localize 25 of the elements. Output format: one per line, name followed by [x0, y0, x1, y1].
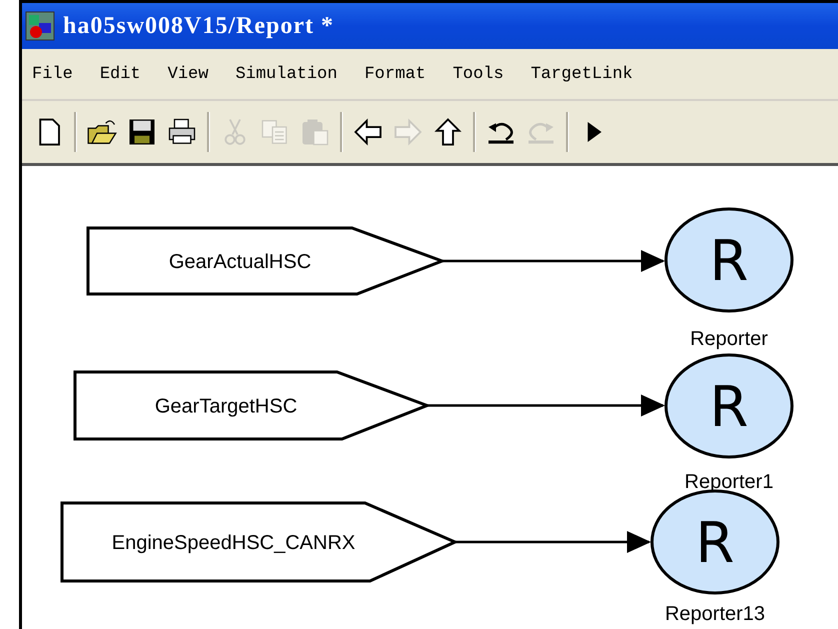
reporter-letter: R — [710, 229, 748, 294]
left-arrow-icon[interactable] — [353, 117, 383, 147]
printer-icon[interactable] — [167, 117, 197, 147]
goto-block[interactable] — [60, 502, 459, 582]
block-name: Reporter1 — [684, 471, 774, 493]
reporter-block[interactable] — [664, 208, 794, 312]
reporter-block[interactable] — [664, 354, 794, 458]
model-icon — [25, 11, 55, 41]
up-arrow-icon[interactable] — [433, 117, 463, 147]
menu-item[interactable]: Edit — [100, 64, 141, 84]
block-label: GearTargetHSC — [154, 396, 298, 418]
window-title: ha05sw008V15/Report * — [63, 12, 334, 40]
reporter-block[interactable] — [650, 490, 780, 594]
menu-item[interactable]: TargetLink — [530, 64, 633, 84]
block-label: EngineSpeedHSC_CANRX — [112, 532, 356, 554]
menu-item[interactable]: Tools — [452, 64, 504, 84]
block-label: GearActualHSC — [168, 251, 312, 273]
reporter-letter: R — [710, 375, 748, 440]
menu-item[interactable]: View — [168, 64, 208, 84]
reporter-letter: R — [696, 511, 734, 576]
menu-item[interactable]: Format — [364, 64, 426, 84]
menu-item[interactable]: Simulation — [235, 64, 338, 84]
menu-item[interactable]: File — [32, 64, 73, 84]
block-name: Reporter13 — [664, 603, 766, 625]
block-name: Reporter — [690, 328, 768, 350]
